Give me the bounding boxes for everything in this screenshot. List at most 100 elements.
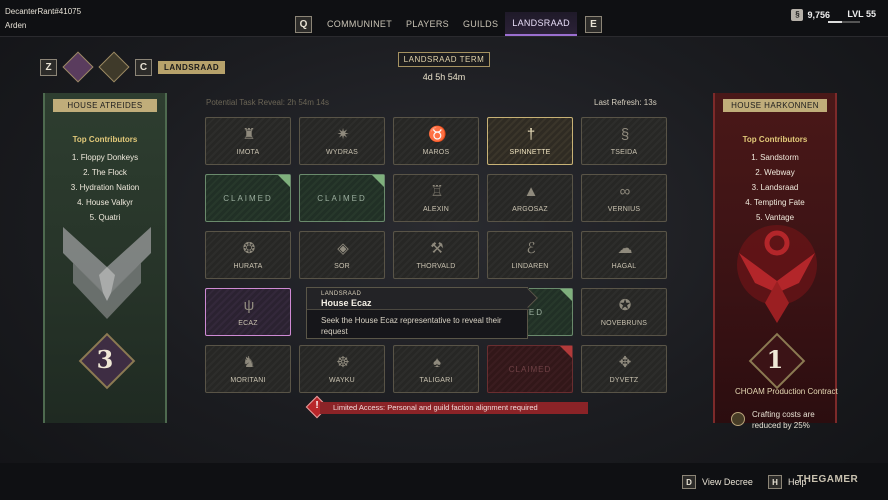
house-tile-label: CLAIMED xyxy=(508,365,552,374)
contributor: 4. Tempting Fate xyxy=(745,198,805,207)
harkonnen-rank: 1 xyxy=(766,345,784,374)
player-sub: Arden xyxy=(5,21,27,30)
house-tile-label: MAROS xyxy=(422,149,450,156)
harkonnen-contributors-title: Top Contributors xyxy=(742,135,808,144)
house-tile-label: LINDAREN xyxy=(511,263,549,270)
help-key: H xyxy=(768,475,782,489)
house-tile-dyvetz[interactable]: ✥ DYVETZ xyxy=(581,345,667,393)
bottom-bar xyxy=(0,463,888,500)
house-tile-claimed[interactable]: CLAIMED xyxy=(205,174,291,222)
house-crest-icon: ♠ xyxy=(433,354,441,371)
tab-communinet[interactable]: COMMUNINET xyxy=(320,12,399,36)
house-tile-ecaz[interactable]: ψ ECAZ xyxy=(205,288,291,336)
landsraad-term: LANDSRAAD TERM 4d 5h 54m xyxy=(398,52,490,82)
house-crest-icon: ▲ xyxy=(523,183,539,200)
view-decree-key: D xyxy=(682,475,696,489)
contributor: 2. Webway xyxy=(755,168,795,177)
house-tile-hagal[interactable]: ☁ HAGAL xyxy=(581,231,667,279)
harkonnen-banner: HOUSE HARKONNEN Top Contributors 1. Sand… xyxy=(713,93,837,423)
house-tile-tseida[interactable]: § TSEIDA xyxy=(581,117,667,165)
house-crest-icon: ◈ xyxy=(337,240,349,257)
house-crest-icon: § xyxy=(620,126,630,143)
house-tile-label: DYVETZ xyxy=(609,377,639,384)
potential-reveal: Potential Task Reveal: 2h 54m 14s xyxy=(206,98,330,107)
last-refresh: Last Refresh: 13s xyxy=(594,98,657,107)
currency: § 9,756 xyxy=(791,9,830,21)
house-tile-lindaren[interactable]: ℰ LINDAREN xyxy=(487,231,573,279)
watermark-logo: THEGAMER xyxy=(797,474,859,485)
house-tile-claimed[interactable]: CLAIMED xyxy=(299,174,385,222)
level-progress-bar xyxy=(828,21,860,23)
choam-reward-icon xyxy=(731,412,745,426)
player-name: DecanterRant#41075 xyxy=(5,7,82,16)
reward-description: Crafting costs are reduced by 25% xyxy=(752,410,815,430)
house-tile-taligari[interactable]: ♠ TALIGARI xyxy=(393,345,479,393)
house-tile-wydras[interactable]: ✷ WYDRAS xyxy=(299,117,385,165)
tab-landsraad[interactable]: LANDSRAAD xyxy=(505,12,577,36)
house-tile-label: ECAZ xyxy=(238,320,258,327)
house-tile-spinnette[interactable]: † SPINNETTE xyxy=(487,117,573,165)
house-tile-label: SOR xyxy=(334,263,350,270)
house-tile-label: IMOTA xyxy=(236,149,260,156)
atreides-rank: 3 xyxy=(96,345,114,374)
tab-players[interactable]: PLAYERS xyxy=(399,12,456,36)
house-tile-label: CLAIMED xyxy=(223,194,273,203)
contributor: 1. Floppy Donkeys xyxy=(71,153,139,162)
contributor: 3. Landsraad xyxy=(751,183,799,192)
faction-prev-key[interactable]: Z xyxy=(40,58,57,76)
house-tile-claimed[interactable]: CLAIMED xyxy=(487,345,573,393)
atreides-house-title: HOUSE ATREIDES xyxy=(53,99,157,112)
house-crest-icon: ℰ xyxy=(526,240,536,257)
house-tile-hurata[interactable]: ❂ HURATA xyxy=(205,231,291,279)
nav-prev-key[interactable]: Q xyxy=(295,15,312,33)
reward-title: CHOAM Production Contract xyxy=(735,387,838,396)
harkonnen-house-title: HOUSE HARKONNEN xyxy=(723,99,827,112)
house-crest-icon: ∞ xyxy=(619,183,631,200)
contributor: 4. House Valkyr xyxy=(77,198,133,207)
player-info: DecanterRant#41075 Arden xyxy=(5,5,81,33)
nav-next-key[interactable]: E xyxy=(584,15,602,33)
faction-emblem-icon[interactable] xyxy=(62,51,94,83)
player-level: LVL 55 xyxy=(847,9,876,19)
atreides-contributors-title: Top Contributors xyxy=(72,135,138,144)
harkonnen-griffin-icon xyxy=(737,225,817,323)
limited-access-alert: Limited Access: Personal and guild facti… xyxy=(320,402,588,414)
faction-next-key[interactable]: C xyxy=(135,58,152,76)
nav-tabs: Q COMMUNINET PLAYERS GUILDS LANDSRAAD E xyxy=(295,12,602,36)
house-tile-sor[interactable]: ◈ SOR xyxy=(299,231,385,279)
house-tile-label: NOVEBRUNS xyxy=(600,320,648,327)
house-tile-label: HURATA xyxy=(233,263,263,270)
house-crest-icon: ☸ xyxy=(336,354,350,371)
tab-guilds[interactable]: GUILDS xyxy=(456,12,505,36)
house-tile-argosaz[interactable]: ▲ ARGOSAZ xyxy=(487,174,573,222)
house-grid: ♜ IMOTA ✷ WYDRAS ♉ MAROS † SPINNETTE § TSEIDA CLAI… xyxy=(205,117,667,393)
house-tile-wayku[interactable]: ☸ WAYKU xyxy=(299,345,385,393)
landsraad-badge: LANDSRAAD xyxy=(158,60,226,74)
house-crest-icon: ✥ xyxy=(618,354,632,371)
top-bar: DecanterRant#41075 Arden Q COMMUNINET PL… xyxy=(0,0,888,37)
house-tile-moritani[interactable]: ♞ MORITANI xyxy=(205,345,291,393)
house-tile-novebruns[interactable]: ✪ NOVEBRUNS xyxy=(581,288,667,336)
house-tile-label: HAGAL xyxy=(611,263,637,270)
house-tile-alexin[interactable]: ♖ ALEXIN xyxy=(393,174,479,222)
atreides-banner: HOUSE ATREIDES Top Contributors 1. Flopp… xyxy=(43,93,167,423)
house-crest-icon: ❂ xyxy=(242,240,256,257)
house-crest-icon: ✪ xyxy=(618,297,632,314)
house-tile-imota[interactable]: ♜ IMOTA xyxy=(205,117,291,165)
house-tile-label: CLAIMED xyxy=(317,194,367,203)
house-tile-label: THORVALD xyxy=(416,263,456,270)
house-tile-maros[interactable]: ♉ MAROS xyxy=(393,117,479,165)
faction-switcher: Z C LANDSRAAD xyxy=(40,51,226,83)
landsraad-emblem-icon[interactable] xyxy=(98,51,130,83)
house-crest-icon: ♖ xyxy=(430,183,444,200)
house-tile-label: TSEIDA xyxy=(610,149,638,156)
house-tile-label: WYDRAS xyxy=(326,149,358,156)
house-crest-icon: ⚒ xyxy=(430,240,444,257)
house-crest-icon: ♜ xyxy=(242,126,256,143)
house-tile-label: WAYKU xyxy=(329,377,355,384)
house-tile-vernius[interactable]: ∞ VERNIUS xyxy=(581,174,667,222)
house-tile-thorvald[interactable]: ⚒ THORVALD xyxy=(393,231,479,279)
house-tooltip: LANDSRAAD House Ecaz Seek the House Ecaz… xyxy=(306,287,538,339)
house-crest-icon: † xyxy=(526,126,536,143)
view-decree-button[interactable]: D View Decree xyxy=(682,475,753,489)
